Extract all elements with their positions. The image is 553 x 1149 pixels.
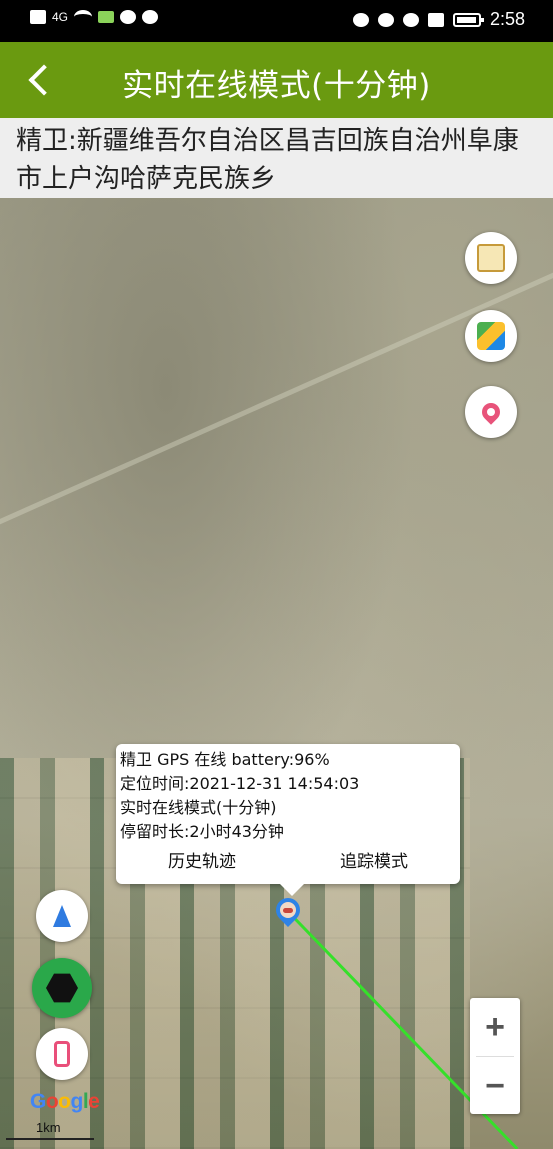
navigation-icon xyxy=(53,905,71,927)
page-title: 实时在线模式(十分钟) xyxy=(122,68,431,104)
zoom-out-button[interactable]: − xyxy=(470,1057,520,1115)
hd-icon xyxy=(30,10,46,24)
history-track-link[interactable]: 历史轨迹 xyxy=(162,850,242,874)
status-right: 2:58 xyxy=(352,9,525,30)
call-device-button[interactable] xyxy=(36,1028,88,1080)
app-bar: 实时在线模式(十分钟) xyxy=(0,42,553,118)
status-time: 2:58 xyxy=(489,9,525,29)
battery-icon xyxy=(452,12,484,27)
satellite-mode-button[interactable] xyxy=(32,958,92,1018)
label-toggle-button[interactable] xyxy=(465,232,517,284)
scale-bar xyxy=(6,1138,94,1140)
label-toggle-icon xyxy=(477,244,505,272)
zoom-in-button[interactable]: + xyxy=(470,998,520,1056)
app-notification-icon xyxy=(98,11,115,23)
alarm-icon xyxy=(377,12,394,27)
navigation-button[interactable] xyxy=(36,890,88,942)
locate-button[interactable] xyxy=(465,386,517,438)
mute-icon xyxy=(427,12,444,27)
info-location-time: 定位时间:2021-12-31 14:54:03 xyxy=(120,774,360,793)
account-icon xyxy=(120,10,137,24)
info-status-line: 精卫 GPS 在线 battery:96% xyxy=(120,750,330,769)
address-text: 精卫:新疆维吾尔自治区昌吉回族自治州阜康市上户沟哈萨克民族乡 xyxy=(0,118,553,198)
map-view[interactable]: + − Google 1km 精卫 GPS 在线 battery:96% 定位时… xyxy=(0,198,553,1149)
eye-icon xyxy=(352,12,369,27)
scale-label: 1km xyxy=(36,1120,61,1135)
search-notification-icon xyxy=(142,10,159,24)
google-logo: Google xyxy=(30,1090,100,1113)
device-avatar-icon xyxy=(280,902,296,918)
wifi-icon xyxy=(74,10,93,24)
map-layers-button[interactable] xyxy=(465,310,517,362)
info-actions: 历史轨迹 追踪模式 xyxy=(116,850,460,874)
map-layers-icon xyxy=(477,322,505,350)
hexagon-satellite-icon xyxy=(46,973,78,1003)
tracking-mode-link[interactable]: 追踪模式 xyxy=(334,850,414,874)
device-info-window: 精卫 GPS 在线 battery:96% 定位时间:2021-12-31 14… xyxy=(116,744,460,896)
info-mode: 实时在线模式(十分钟) xyxy=(120,798,277,817)
info-stay-duration: 停留时长:2小时43分钟 xyxy=(120,822,284,841)
zoom-control: + − xyxy=(470,998,520,1114)
status-left: 4G xyxy=(30,10,159,24)
location-pin-icon xyxy=(478,399,504,425)
phone-icon xyxy=(54,1041,70,1067)
status-bar: 4G 2:58 xyxy=(0,0,553,42)
location-status-icon xyxy=(402,12,419,27)
network-type: 4G xyxy=(52,10,69,24)
